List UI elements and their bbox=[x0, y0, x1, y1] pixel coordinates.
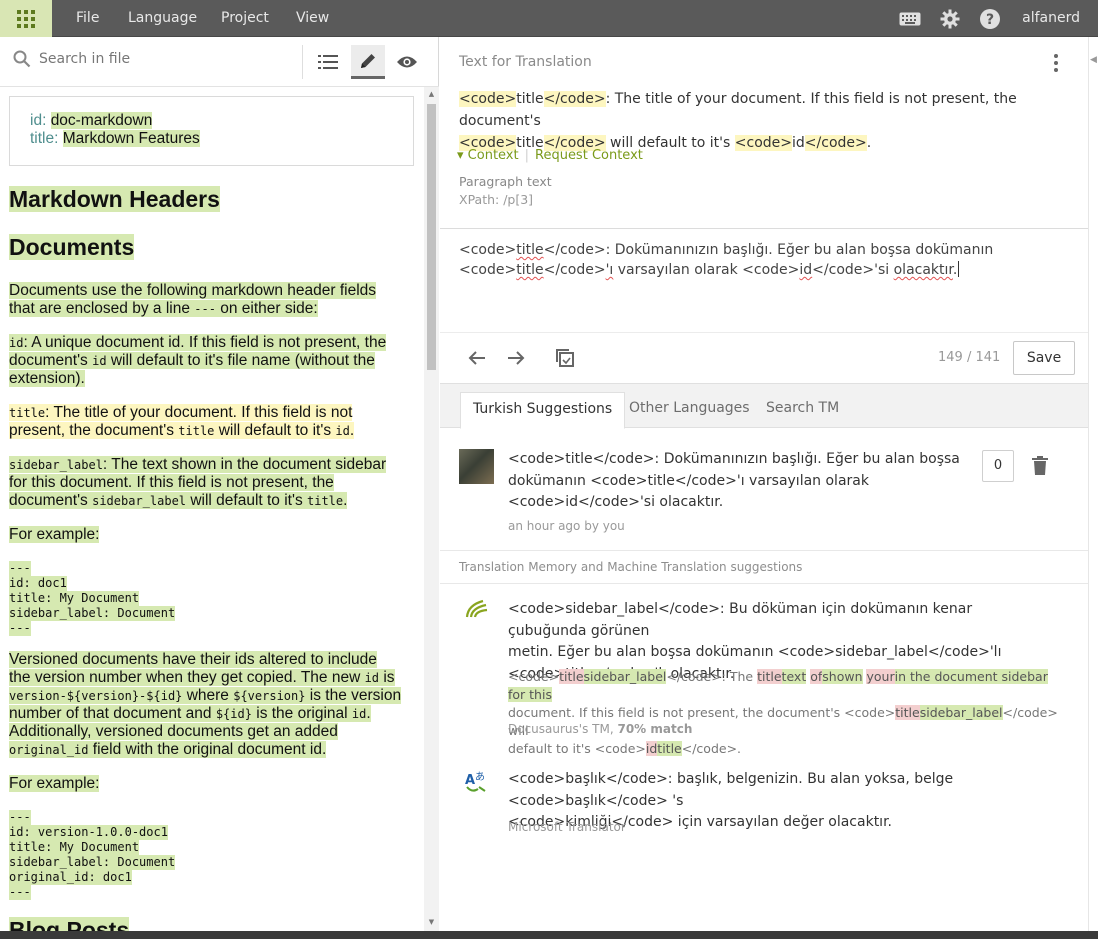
context-row: ▾ Context | Request Context bbox=[457, 148, 643, 163]
top-bar: File Language Project View ? alfanerd bbox=[0, 0, 1098, 37]
save-button[interactable]: Save bbox=[1013, 341, 1075, 375]
collapse-right-icon[interactable]: ◀ bbox=[1090, 55, 1097, 65]
menu-view[interactable]: View bbox=[296, 0, 329, 37]
document-scrollbar[interactable]: ▲ ▼ bbox=[424, 87, 439, 939]
gear-icon[interactable] bbox=[938, 0, 962, 37]
tab-search-tm[interactable]: Search TM bbox=[754, 392, 851, 429]
tm-section-label: Translation Memory and Machine Translati… bbox=[459, 560, 803, 574]
paragraph-versioned[interactable]: Versioned documents have their ids alter… bbox=[9, 651, 414, 759]
avatar bbox=[459, 449, 494, 484]
suggestion-meta: an hour ago by you bbox=[508, 519, 625, 533]
help-icon[interactable]: ? bbox=[978, 0, 1002, 37]
menu-file[interactable]: File bbox=[76, 0, 99, 37]
svg-text:?: ? bbox=[986, 12, 994, 28]
divider bbox=[440, 228, 1088, 229]
front-matter-box: id: doc-markdown title: Markdown Feature… bbox=[9, 96, 414, 166]
paragraph-sidebar-label[interactable]: sidebar_label: The text shown in the doc… bbox=[9, 456, 414, 510]
translation-editor[interactable]: <code>title</code>: Dokümanınızın başlığ… bbox=[459, 240, 1069, 280]
heading-markdown-headers[interactable]: Markdown Headers bbox=[9, 185, 220, 213]
code-block-2[interactable]: --- id: version-1.0.0-doc1 title: My Doc… bbox=[9, 810, 176, 900]
code-block-1[interactable]: --- id: doc1 title: My Document sidebar_… bbox=[9, 561, 176, 636]
mt-source: Microsoft Translator bbox=[508, 820, 626, 834]
search-icon bbox=[13, 50, 31, 68]
menu-language[interactable]: Language bbox=[128, 0, 197, 37]
source-heading: Text for Translation bbox=[459, 54, 592, 70]
next-arrow-icon[interactable] bbox=[501, 343, 531, 373]
svg-text:A: A bbox=[465, 773, 475, 788]
translation-suggestion[interactable]: <code>title</code>: Dokümanınızın başlığ… bbox=[440, 428, 1088, 550]
paragraph-id[interactable]: id: A unique document id. If this field … bbox=[9, 334, 414, 388]
copy-source-icon[interactable] bbox=[550, 343, 580, 373]
document-toolbar: Search in file ◀ bbox=[0, 37, 449, 87]
request-context-link[interactable]: Request Context bbox=[535, 148, 643, 163]
scroll-thumb[interactable] bbox=[427, 104, 436, 370]
tm-source-diff: <code>titlesidebar_label</code>: The tit… bbox=[508, 669, 1058, 756]
paragraph-for-example-2[interactable]: For example: bbox=[9, 775, 414, 793]
tm-suggestion[interactable]: <code>sidebar_label</code>: Bu döküman i… bbox=[440, 584, 1088, 756]
context-toggle[interactable]: ▾ Context bbox=[457, 148, 519, 163]
previous-arrow-icon[interactable] bbox=[462, 343, 492, 373]
more-options-icon[interactable] bbox=[1052, 53, 1060, 73]
paragraph-title[interactable]: title: The title of your document. If th… bbox=[9, 404, 414, 440]
menu-project[interactable]: Project bbox=[221, 0, 269, 37]
paragraph-type: Paragraph text bbox=[459, 174, 552, 189]
taskbar-strip bbox=[0, 931, 1098, 939]
username[interactable]: alfanerd bbox=[1022, 0, 1080, 37]
paragraph-for-example-1[interactable]: For example: bbox=[9, 526, 414, 544]
list-view-icon[interactable] bbox=[311, 45, 345, 79]
document-panel: Search in file ◀ id: doc-markdown title:… bbox=[0, 37, 449, 939]
tm-logo-icon bbox=[465, 599, 489, 623]
apps-grid-icon[interactable] bbox=[0, 0, 52, 37]
character-count: 149 / 141 bbox=[938, 350, 1001, 365]
preview-eye-icon[interactable] bbox=[390, 45, 424, 79]
source-text: <code>title</code>: The title of your do… bbox=[459, 91, 1017, 151]
divider bbox=[440, 550, 1088, 551]
translation-panel: Text for Translation <code>title</code>:… bbox=[440, 37, 1098, 939]
paragraph-1[interactable]: Documents use the following markdown hea… bbox=[9, 282, 414, 318]
keyboard-icon[interactable] bbox=[898, 0, 922, 37]
svg-text:あ: あ bbox=[475, 771, 485, 783]
trash-icon[interactable] bbox=[1032, 456, 1050, 476]
document-preview: id: doc-markdown title: Markdown Feature… bbox=[0, 87, 424, 939]
suggestion-tabs: Turkish Suggestions Other Languages Sear… bbox=[440, 383, 1088, 429]
mt-suggestion[interactable]: A あ <code>başlık</code>: başlık, belgeni… bbox=[440, 754, 1088, 864]
heading-documents[interactable]: Documents bbox=[9, 233, 135, 261]
front-matter-title: title: Markdown Features bbox=[30, 130, 200, 147]
search-box[interactable]: Search in file bbox=[13, 50, 130, 68]
vote-count[interactable]: 0 bbox=[982, 450, 1014, 482]
divider bbox=[440, 332, 1088, 333]
suggestion-text: <code>title</code>: Dokümanınızın başlığ… bbox=[508, 451, 960, 510]
search-input[interactable]: Search in file bbox=[39, 51, 130, 67]
tm-source: Docusaurus's TM, 70% match bbox=[508, 722, 693, 736]
front-matter-id: id: doc-markdown bbox=[30, 112, 153, 129]
edit-pencil-icon[interactable] bbox=[351, 45, 385, 79]
translate-icon: A あ bbox=[464, 770, 488, 798]
scroll-up-icon[interactable]: ▲ bbox=[427, 90, 436, 100]
tab-turkish-suggestions[interactable]: Turkish Suggestions bbox=[460, 392, 626, 429]
xpath-label: XPath: /p[3] bbox=[459, 192, 534, 207]
text-caret bbox=[958, 261, 960, 277]
scroll-down-icon[interactable]: ▼ bbox=[427, 918, 436, 928]
right-collapse-rail[interactable]: ◀ bbox=[1088, 37, 1098, 939]
toolbar-divider bbox=[302, 45, 303, 79]
tab-other-languages[interactable]: Other Languages bbox=[617, 392, 762, 429]
